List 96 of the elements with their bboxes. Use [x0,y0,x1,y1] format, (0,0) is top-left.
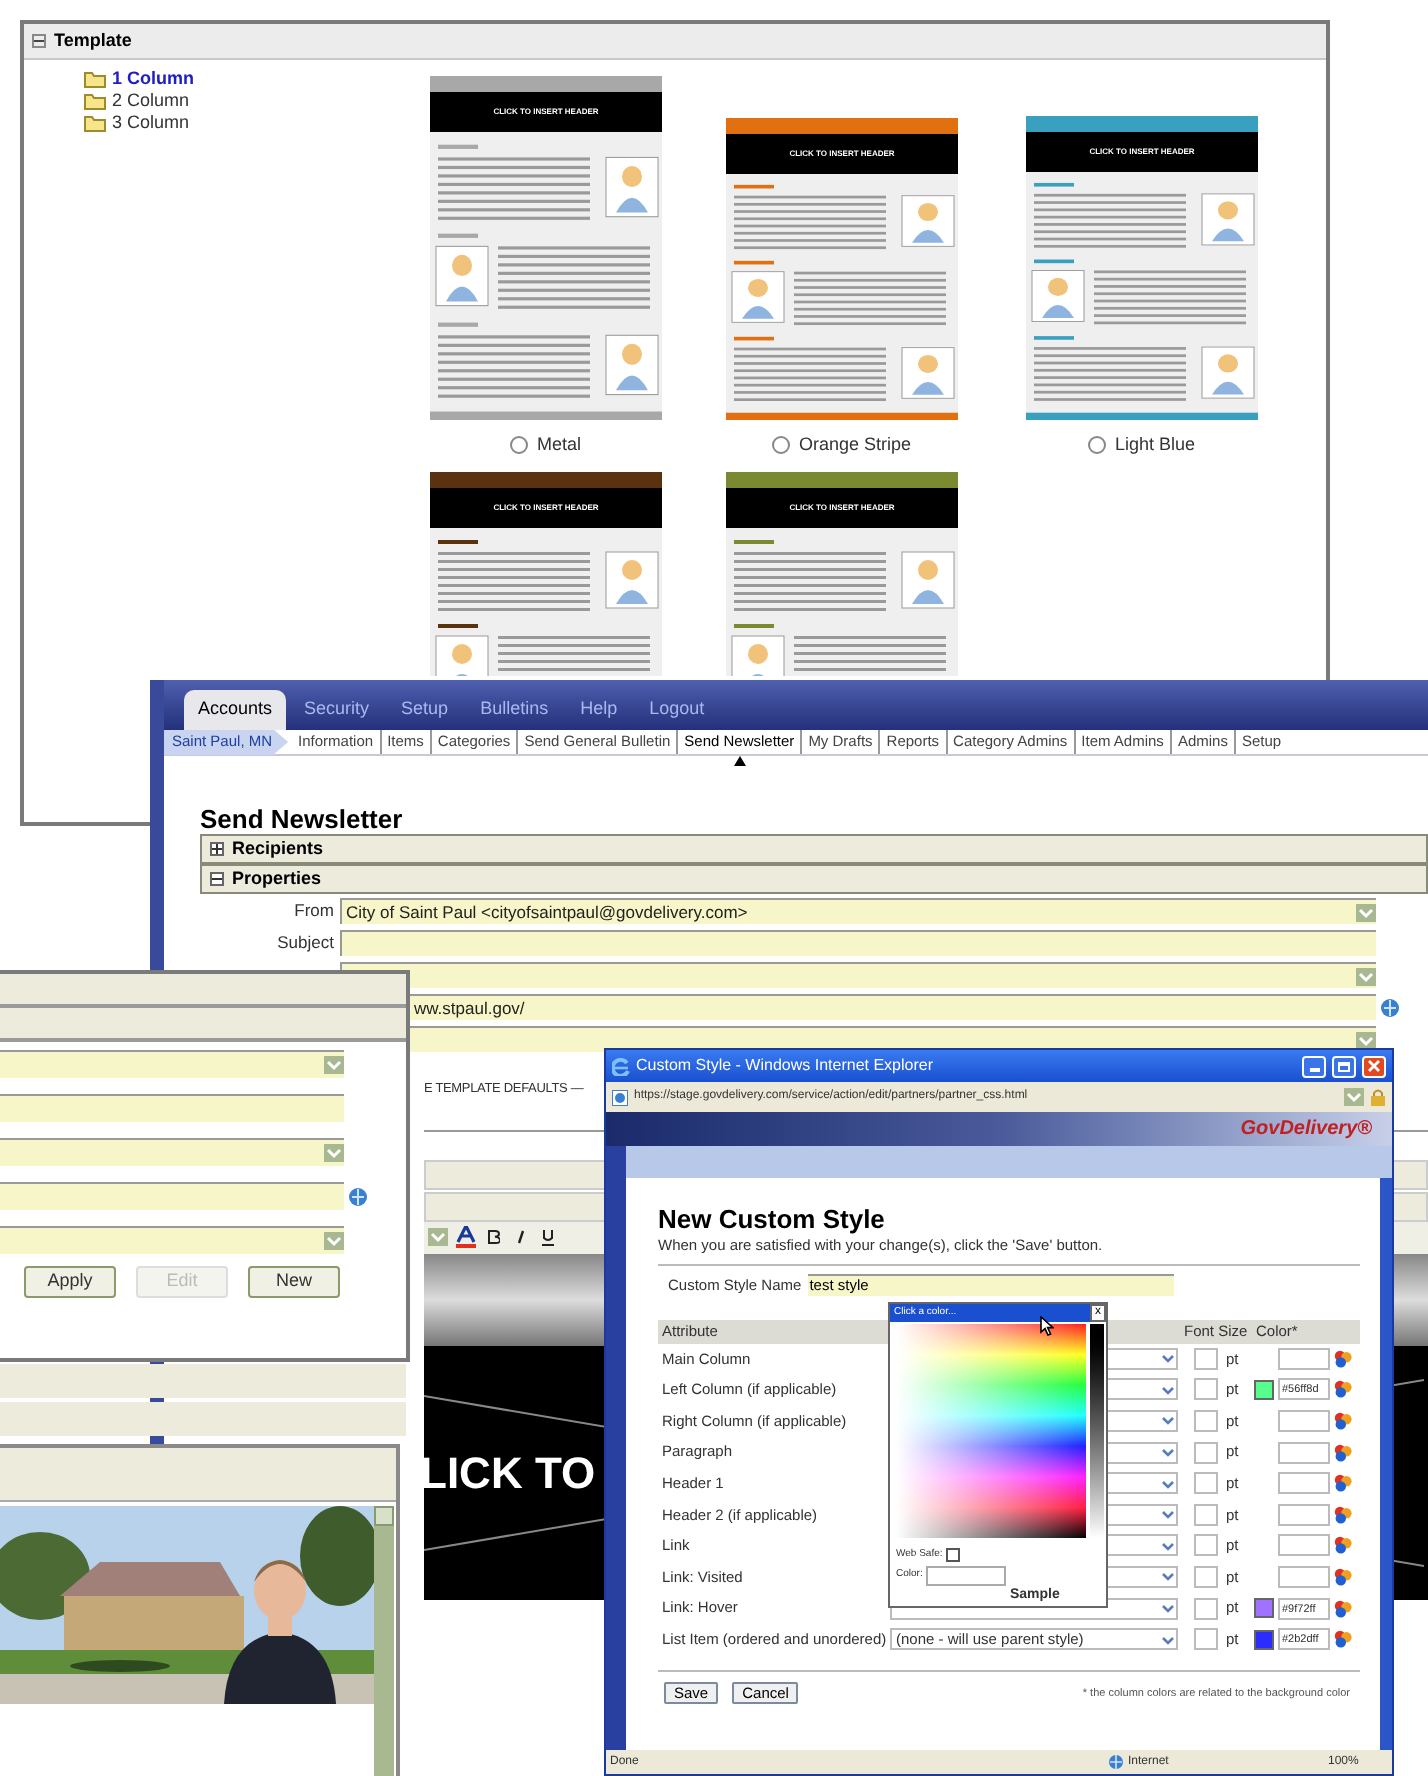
dropdown-icon [324,1232,344,1250]
italic-button[interactable] [512,1230,530,1245]
page-icon [612,1089,628,1105]
bold-button[interactable] [484,1230,504,1245]
text-color-icon [456,1226,476,1249]
tree-item[interactable]: 2 Column [112,92,190,110]
dropdown[interactable]: City of Saint Paul <cityofsaintpaul@govdelivery.com> [340,898,1376,924]
nav-tab[interactable]: Setup [387,690,463,730]
section-title: Recipients [232,835,324,862]
dropdown-icon [1356,1031,1376,1049]
nav-tab[interactable]: Security [290,690,384,730]
color-picker-icon [1334,1567,1352,1586]
color-picker-icon [1334,1349,1352,1368]
action-button[interactable]: Apply [24,1266,116,1298]
input-field[interactable] [1278,1441,1330,1464]
globe-icon [348,1185,368,1207]
dropdown-icon [324,1056,344,1074]
input-field[interactable] [1194,1565,1218,1588]
globe-icon [1108,1754,1124,1770]
template-label: Light Blue [1114,432,1196,458]
browser-logo-icon [612,1057,630,1075]
selected-indicator-icon [733,756,746,767]
radio-button[interactable] [772,436,791,455]
input-field[interactable] [1278,1503,1330,1526]
input-field[interactable] [1194,1503,1218,1526]
input-field[interactable] [1278,1565,1330,1588]
color-picker-icon [1334,1599,1352,1618]
close-icon [1368,1060,1380,1072]
input-field[interactable]: ww.stpaul.gov/ [408,994,1376,1020]
dropdown-icon [428,1228,448,1247]
input-field[interactable] [1278,1472,1330,1495]
underline-button[interactable] [538,1229,558,1246]
dropdown-icon [1356,903,1376,921]
section-header[interactable]: Recipients [200,834,1428,864]
section-header[interactable]: Properties [200,864,1428,894]
field-label: From [294,900,334,921]
input-field[interactable] [1194,1441,1218,1464]
color-picker-icon [1334,1474,1352,1493]
bold-icon [488,1230,500,1245]
input-field[interactable] [0,1182,344,1210]
color-picker-icon [1334,1411,1352,1430]
tree-item[interactable]: 1 Column [112,70,195,88]
input-field[interactable] [1278,1409,1330,1432]
input-field[interactable] [1194,1472,1218,1495]
lock-icon [1370,1088,1386,1106]
input-field[interactable] [1278,1534,1330,1557]
field-label: Subject [277,932,334,953]
nav-tab[interactable]: Bulletins [466,690,563,730]
italic-icon [516,1230,526,1245]
mouse-cursor-icon [1040,1316,1054,1336]
dropdown-icon [1356,967,1376,985]
tree-item[interactable]: 3 Column [112,114,190,132]
folder-icon [84,70,106,88]
folder-icon [84,92,106,110]
color-picker-icon [1334,1630,1352,1649]
color-picker-icon [1334,1505,1352,1524]
color-picker-icon [1334,1380,1352,1399]
nav-tab[interactable]: Accounts [184,690,287,730]
globe-icon [1380,997,1400,1017]
radio-button[interactable] [510,436,529,455]
input-field[interactable] [1194,1597,1218,1620]
collapse-icon[interactable] [32,34,46,48]
template-label: Metal [536,432,581,458]
maximize-button[interactable] [1332,1055,1356,1077]
brand-name: GovDelivery® [1240,1116,1372,1144]
minimize-button[interactable] [1302,1055,1326,1077]
template-label: Orange Stripe [798,432,912,458]
input-field[interactable] [340,930,1376,956]
section-title: Properties [232,865,322,892]
window-title: Custom Style - Windows Internet Explorer [636,1054,935,1078]
input-field[interactable] [1194,1347,1218,1370]
nav-tab[interactable]: Logout [635,690,719,730]
close-button[interactable] [1362,1055,1386,1077]
input-field[interactable] [1194,1534,1218,1557]
input-field[interactable] [1194,1628,1218,1651]
scrollbar[interactable] [374,1506,394,1776]
folder-icon [84,114,106,132]
color-picker-icon [1334,1443,1352,1462]
dropdown-icon [1344,1088,1364,1106]
input-field[interactable] [1194,1409,1218,1432]
panel-title: Template [54,27,132,54]
input-field[interactable] [926,1565,1007,1585]
nav-tab[interactable]: Help [566,690,632,730]
input-field[interactable] [0,1094,344,1122]
action-button[interactable]: New [248,1266,340,1298]
checkbox[interactable] [946,1548,961,1563]
color-picker-icon [1334,1536,1352,1555]
input-field[interactable] [1278,1347,1330,1370]
underline-icon [542,1229,554,1246]
color-spectrum[interactable] [896,1324,1086,1538]
dialog-heading: New Custom Style [658,1206,887,1232]
input-field[interactable] [1194,1378,1218,1401]
scroll-up-button[interactable] [374,1506,394,1526]
radio-button[interactable] [1088,436,1107,455]
page-title: Send Newsletter [200,806,405,832]
dropdown-icon [324,1144,344,1162]
